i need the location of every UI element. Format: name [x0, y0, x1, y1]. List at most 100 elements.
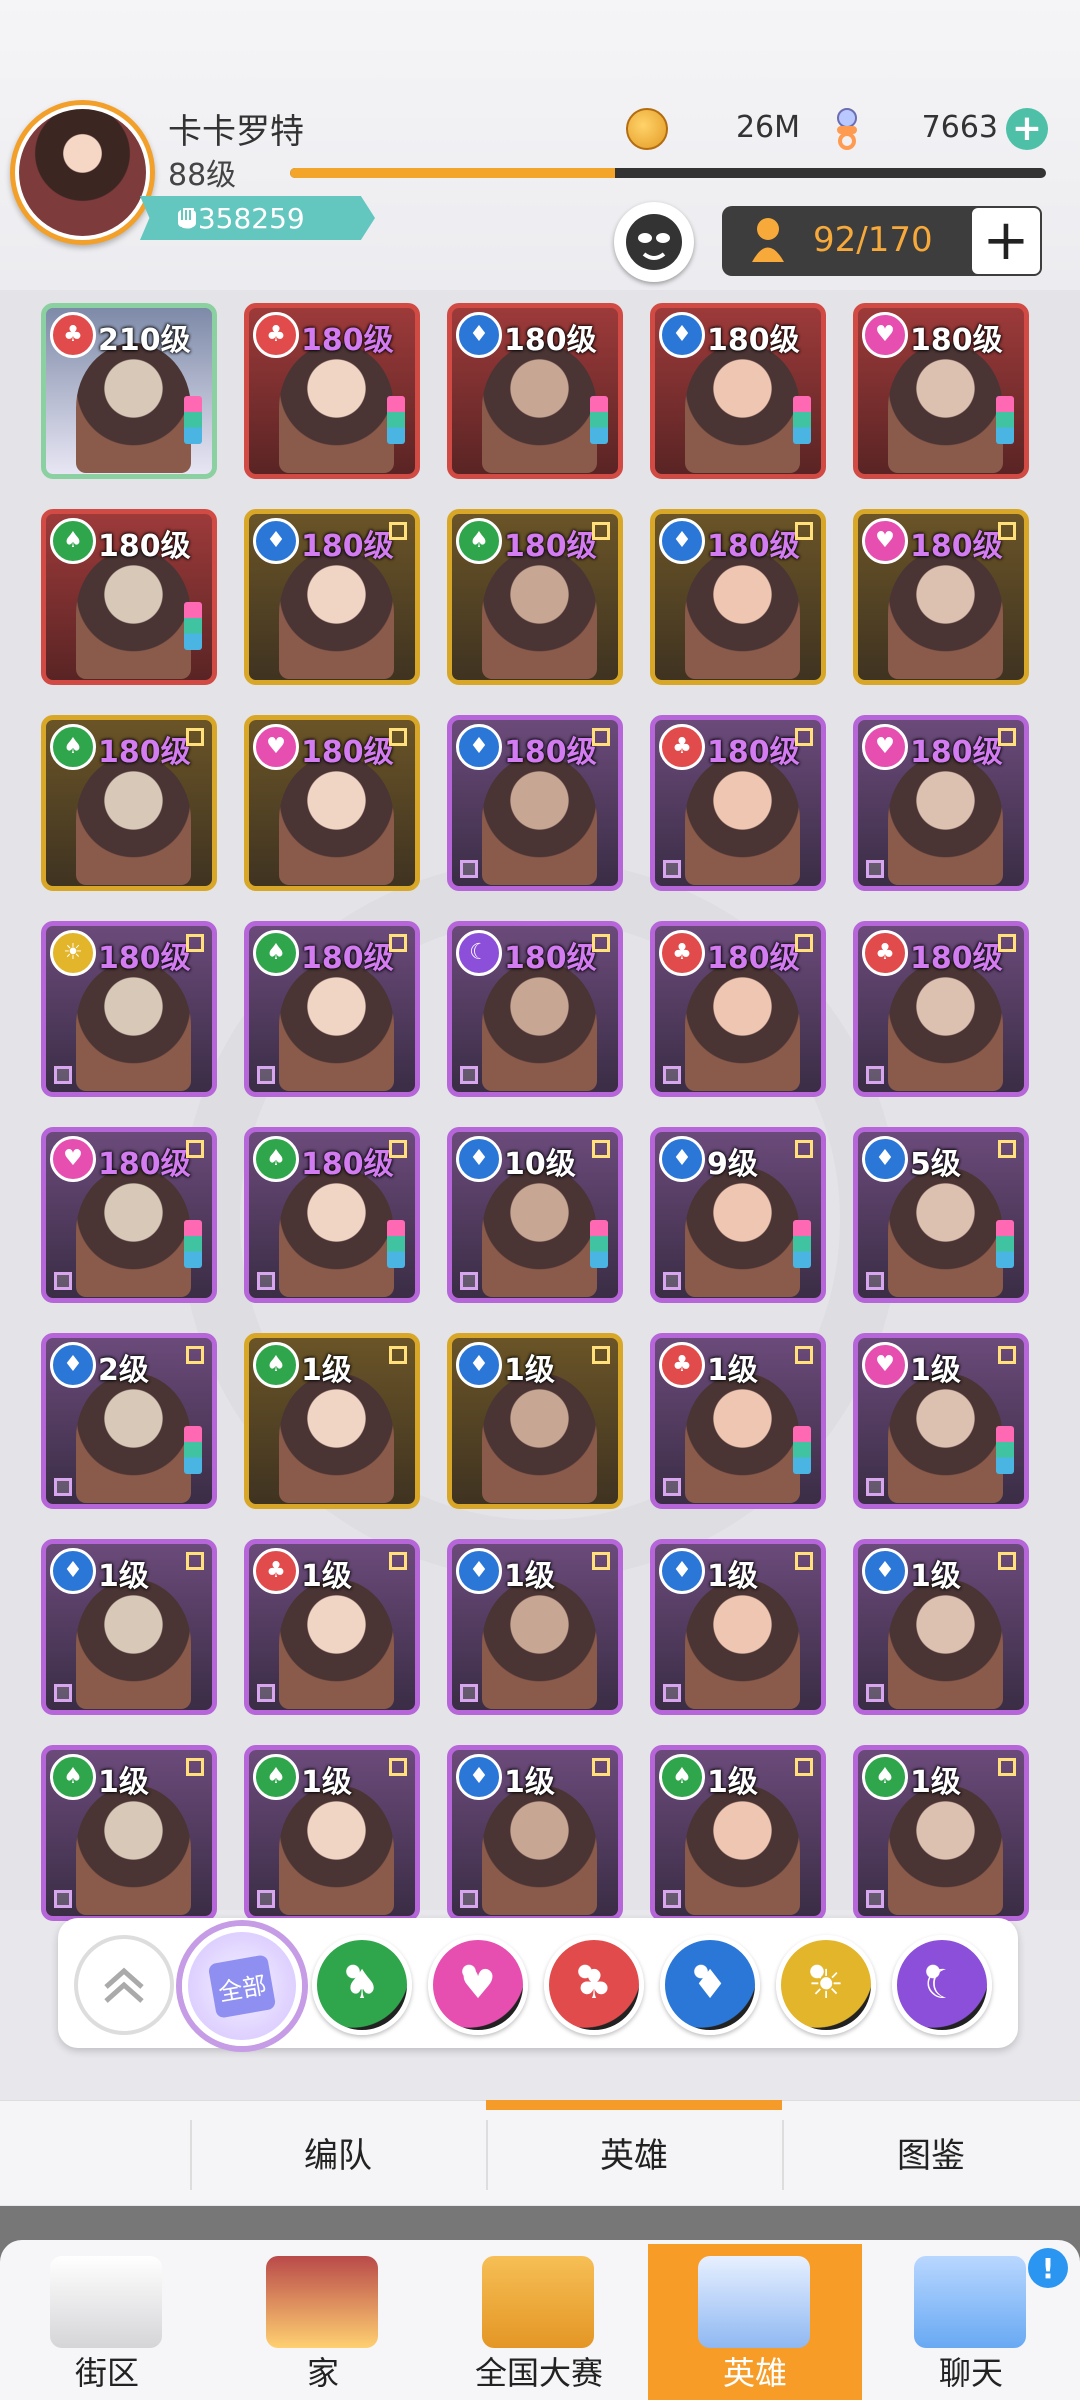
rank-square-icon	[663, 1066, 681, 1084]
tab-codex[interactable]: 图鉴	[782, 2100, 1080, 2205]
clover-faction-icon: ♣	[253, 312, 299, 358]
hero-level: 1级	[98, 1765, 149, 1800]
hero-card[interactable]: ♦ 180级	[650, 303, 826, 479]
hero-cards-icon	[698, 2256, 810, 2348]
hero-card[interactable]: ♣ 180级	[650, 715, 826, 891]
hero-card[interactable]: ♠ 180级	[41, 509, 217, 685]
hero-card[interactable]: ♣ 180级	[853, 921, 1029, 1097]
hero-card[interactable]: ♦ 1级	[650, 1539, 826, 1715]
hero-portrait	[888, 1579, 1003, 1709]
nav-heroes[interactable]: 英雄	[648, 2244, 862, 2400]
filter-all-button[interactable]: 全部	[182, 1926, 302, 2046]
hero-card[interactable]: ♦ 180级	[650, 509, 826, 685]
expand-capacity-button[interactable]: +	[970, 206, 1042, 276]
hero-card[interactable]: ♠ 180级	[41, 715, 217, 891]
hero-card[interactable]: ♦ 1级	[853, 1539, 1029, 1715]
hero-card[interactable]: ♠ 180级	[244, 1127, 420, 1303]
hero-portrait	[888, 1785, 1003, 1915]
hero-level: 180级	[504, 323, 597, 358]
filter-diamond-button[interactable]: ♦	[660, 1935, 760, 2035]
tab-formation[interactable]: 编队	[190, 2100, 486, 2205]
hero-card[interactable]: ♦ 9级	[650, 1127, 826, 1303]
hero-card[interactable]: ♣ 210级	[41, 303, 217, 479]
hero-portrait	[888, 343, 1003, 473]
hero-level: 1级	[301, 1353, 352, 1388]
hero-portrait	[888, 961, 1003, 1091]
spade-faction-icon: ♠	[862, 1754, 908, 1800]
collapse-button[interactable]	[74, 1935, 174, 2035]
hero-card[interactable]: ☾ 180级	[447, 921, 623, 1097]
filter-moon-button[interactable]: ☾	[892, 1935, 992, 2035]
hero-card[interactable]: ♠ 1级	[244, 1333, 420, 1509]
hero-card[interactable]: ♠ 1级	[853, 1745, 1029, 1921]
heart-faction-icon: ♥	[862, 1342, 908, 1388]
hero-level: 180级	[301, 323, 394, 358]
equipment-bars	[590, 396, 608, 444]
hero-card[interactable]: ♦ 10级	[447, 1127, 623, 1303]
hero-card[interactable]: ♦ 1级	[447, 1745, 623, 1921]
filter-sun-button[interactable]: ☀	[776, 1935, 876, 2035]
double-chevron-up-icon	[104, 1967, 144, 2003]
hero-card[interactable]: ♥ 180级	[853, 509, 1029, 685]
hero-card[interactable]: ♦ 2级	[41, 1333, 217, 1509]
hero-portrait	[279, 1579, 394, 1709]
hero-portrait	[76, 1579, 191, 1709]
hero-card[interactable]: ♥ 180级	[853, 303, 1029, 479]
tab-heroes[interactable]: 英雄	[486, 2100, 782, 2205]
hero-card[interactable]: ♣ 1级	[244, 1539, 420, 1715]
hero-card[interactable]: ♠ 1级	[650, 1745, 826, 1921]
hero-card[interactable]: ♠ 1级	[244, 1745, 420, 1921]
hero-card[interactable]: ♦ 1级	[447, 1333, 623, 1509]
add-currency-button[interactable]: +	[1006, 108, 1048, 150]
filter-clover-button[interactable]: ♣	[544, 1935, 644, 2035]
diamond-faction-icon: ♦	[659, 312, 705, 358]
corner-frame-icon	[795, 1552, 813, 1570]
hero-portrait	[482, 1579, 597, 1709]
hero-card[interactable]: ♦ 180级	[244, 509, 420, 685]
hero-card[interactable]: ♥ 180级	[853, 715, 1029, 891]
hero-card[interactable]: ♣ 180级	[650, 921, 826, 1097]
hero-card[interactable]: ♦ 180级	[447, 303, 623, 479]
hero-portrait	[685, 755, 800, 885]
nav-street[interactable]: 街区	[0, 2244, 214, 2400]
hero-card[interactable]: ♣ 1级	[650, 1333, 826, 1509]
hero-card[interactable]: ♥ 1级	[853, 1333, 1029, 1509]
corner-frame-icon	[998, 934, 1016, 952]
filter-heart-button[interactable]: ♥	[428, 1935, 528, 2035]
gem-value: 7663	[921, 110, 998, 145]
corner-frame-icon	[998, 1140, 1016, 1158]
hero-card[interactable]: ♥ 180级	[41, 1127, 217, 1303]
hero-portrait	[685, 1167, 800, 1297]
hero-card[interactable]: ♦ 180级	[447, 715, 623, 891]
nav-tournament[interactable]: 全国大赛	[432, 2244, 646, 2400]
hero-portrait	[888, 755, 1003, 885]
hero-portrait	[279, 1785, 394, 1915]
diamond-faction-icon: ♦	[862, 1136, 908, 1182]
hero-level: 180级	[910, 941, 1003, 976]
person-icon	[752, 218, 784, 262]
hero-card[interactable]: ♦ 1级	[41, 1539, 217, 1715]
corner-frame-icon	[795, 1140, 813, 1158]
hero-card[interactable]: ☀ 180级	[41, 921, 217, 1097]
filter-spade-button[interactable]: ♠	[312, 1935, 412, 2035]
rank-square-icon	[460, 860, 478, 878]
corner-frame-icon	[186, 934, 204, 952]
player-avatar[interactable]	[10, 100, 155, 245]
hero-portrait	[76, 961, 191, 1091]
hero-card[interactable]: ♠ 180级	[447, 509, 623, 685]
nav-chat-label: 聊天	[938, 2354, 1003, 2392]
hero-card[interactable]: ♣ 180级	[244, 303, 420, 479]
mask-icon	[626, 214, 682, 270]
hero-level: 1级	[504, 1765, 555, 1800]
mask-button[interactable]	[614, 202, 694, 282]
nav-home[interactable]: 家	[216, 2244, 430, 2400]
hero-card[interactable]: ♦ 1级	[447, 1539, 623, 1715]
corner-frame-icon	[998, 1758, 1016, 1776]
hero-level: 180级	[98, 1147, 191, 1182]
rank-square-icon	[663, 1478, 681, 1496]
hero-card[interactable]: ♦ 5级	[853, 1127, 1029, 1303]
hero-card[interactable]: ♠ 180级	[244, 921, 420, 1097]
hero-card[interactable]: ♠ 1级	[41, 1745, 217, 1921]
hero-card[interactable]: ♥ 180级	[244, 715, 420, 891]
hero-portrait	[685, 1373, 800, 1503]
